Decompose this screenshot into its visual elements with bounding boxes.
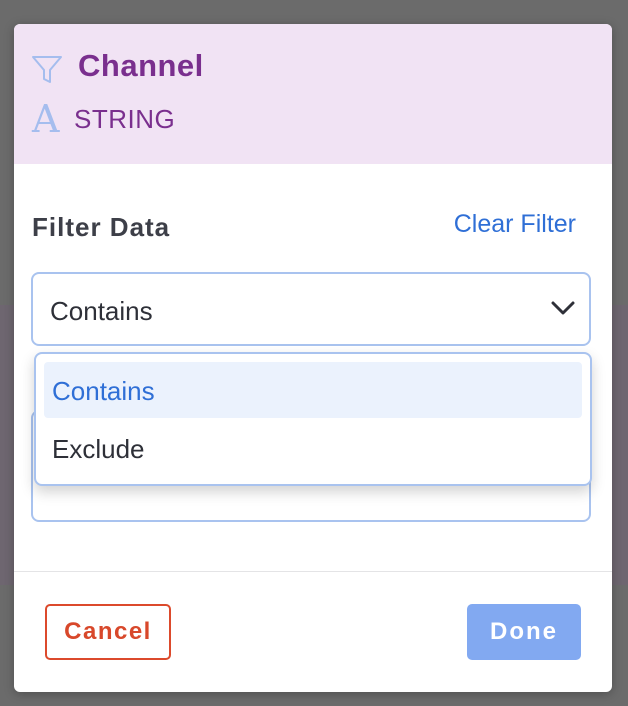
string-type-icon: A: [32, 97, 60, 141]
filter-mode-dropdown: Contains Exclude: [34, 352, 592, 486]
filter-data-label: Filter Data: [32, 212, 171, 242]
field-type-label: STRING: [74, 104, 176, 134]
chevron-down-icon[interactable]: [551, 300, 575, 316]
filter-funnel-icon: [32, 56, 62, 83]
field-title: Channel: [78, 48, 204, 83]
filter-mode-value: Contains: [50, 296, 153, 326]
done-button[interactable]: Done: [467, 604, 581, 660]
filter-mode-select[interactable]: Contains: [31, 272, 591, 346]
modal-header: Channel A STRING: [14, 24, 612, 164]
option-label: Exclude: [52, 434, 145, 464]
cancel-button[interactable]: Cancel: [45, 604, 171, 660]
option-contains[interactable]: Contains: [44, 362, 582, 418]
option-label: Contains: [52, 376, 155, 406]
filter-modal: Channel A STRING Filter Data Clear Filte…: [14, 24, 612, 692]
clear-filter-link[interactable]: Clear Filter: [454, 210, 576, 239]
footer-divider: [14, 571, 612, 572]
option-exclude[interactable]: Exclude: [44, 420, 582, 476]
